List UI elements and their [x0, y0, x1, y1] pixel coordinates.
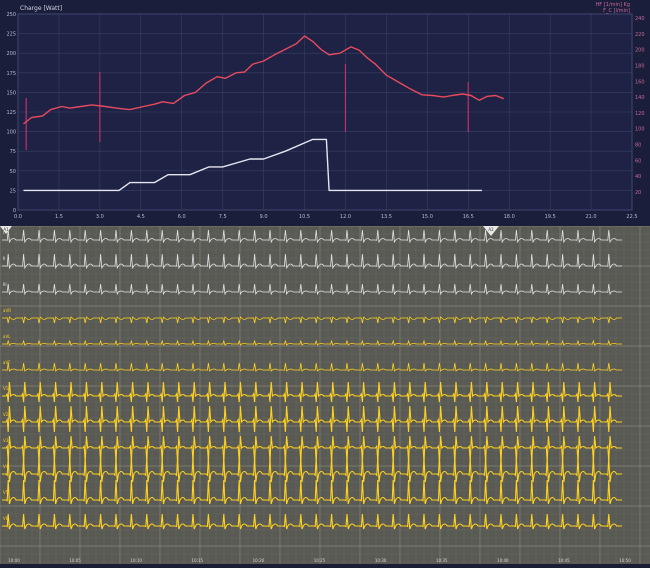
- left-tick-label: 100: [6, 130, 16, 136]
- left-tick-label: 200: [6, 51, 16, 57]
- left-tick-label: 125: [6, 110, 16, 116]
- ecg-time-label: 10:50: [619, 558, 631, 563]
- right-axis-ticks: 240 220 200 180 160 140 120 100 80 60 40 20: [635, 16, 645, 196]
- ecg-lead-label: V5: [3, 490, 9, 495]
- ecg-lead-label: aVL: [3, 334, 11, 339]
- right-tick-label: 140: [635, 95, 645, 101]
- ecg-time-label: 10:20: [253, 558, 265, 563]
- x-tick-label: 12.0: [340, 214, 351, 220]
- left-tick-label: 175: [6, 71, 16, 77]
- ecg-time-label: 10:15: [192, 558, 204, 563]
- x-tick-label: 7.5: [219, 214, 227, 220]
- x-tick-label: 22.5: [626, 214, 637, 220]
- marker-a1[interactable]: A1: [0, 226, 12, 234]
- ecg-time-label: 10:40: [497, 558, 509, 563]
- left-tick-label: 250: [6, 12, 16, 18]
- ecg-time-labels: 10:00 10:05 10:10 10:15 10:20 10:25 10:30 10:35…: [8, 558, 631, 563]
- ecg-lead-label: V6: [3, 516, 9, 521]
- left-axis-ticks: 2502252001751501251007550250: [6, 12, 16, 214]
- ecg-time-label: 10:25: [314, 558, 326, 563]
- x-tick-label: 15.0: [422, 214, 433, 220]
- x-tick-label: 4.5: [137, 214, 145, 220]
- ecg-lead-label: V3: [3, 438, 9, 443]
- right-tick-label: 180: [635, 63, 645, 69]
- x-tick-label: 1.5: [55, 214, 63, 220]
- ecg-lead-label: III: [3, 282, 7, 287]
- ecg-lead-label: V4: [3, 464, 9, 469]
- marker-a2-label: A2: [488, 227, 494, 232]
- ecg-time-label: 10:00: [8, 558, 20, 563]
- x-tick-label: 13.5: [381, 214, 392, 220]
- x-axis-ticks: 0.0 1.5 3.0 4.5 6.0 7.5 9.0 10.5 12.0 13.5 15.0 16.…: [14, 214, 638, 220]
- ecg-time-label: 10:35: [436, 558, 448, 563]
- ecg-time-label: 10:45: [558, 558, 570, 563]
- ecg-strips[interactable]: IIIIIIaVRaVLaVFV1V2V3V4V5V6 10:00 10:05 10…: [0, 225, 650, 564]
- x-tick-label: 6.0: [178, 214, 186, 220]
- left-tick-label: 50: [10, 169, 16, 175]
- right-tick-label: 20: [635, 190, 641, 196]
- x-tick-label: 10.5: [299, 214, 310, 220]
- right-tick-label: 160: [635, 79, 645, 85]
- ecg-time-label: 10:30: [375, 558, 387, 563]
- right-tick-label: 80: [635, 143, 641, 149]
- ecg-lead-label: V1: [3, 386, 9, 391]
- ecg-strip-panel[interactable]: I II III aVR aVL aVF V1 V2 V3 V4 V5 V6 10:00 10:05 10…: [0, 225, 650, 564]
- left-axis-title: Charge [Watt]: [20, 5, 62, 12]
- trend-chart[interactable]: 2502252001751501251007550250 24022020018…: [0, 0, 650, 226]
- ecg-lead-label: II: [3, 256, 5, 261]
- ecg-time-label: 10:05: [69, 558, 81, 563]
- x-tick-label: 3.0: [96, 214, 104, 220]
- x-tick-label: 9.0: [260, 214, 268, 220]
- x-tick-label: 21.0: [585, 214, 596, 220]
- x-tick-label: 0.0: [14, 214, 22, 220]
- ecg-lead-label: V2: [3, 412, 9, 417]
- right-tick-label: 120: [635, 111, 645, 117]
- stress-test-trend-panel: 250 225 200 175 150 125 100 75 50 25 0 240 220 200 18…: [0, 0, 650, 226]
- right-tick-label: 200: [635, 48, 645, 54]
- right-tick-label: 240: [635, 16, 645, 22]
- ecg-lead-label: aVF: [3, 360, 11, 365]
- right-tick-label: 40: [635, 174, 641, 180]
- x-tick-label: 16.5: [463, 214, 474, 220]
- left-tick-label: 150: [6, 90, 16, 96]
- left-tick-label: 225: [6, 32, 16, 38]
- x-tick-label: 19.5: [545, 214, 556, 220]
- marker-a1-label: A1: [3, 227, 9, 232]
- right-tick-label: 100: [635, 127, 645, 133]
- ecg-lead-label: aVR: [3, 308, 11, 313]
- left-tick-label: 25: [10, 188, 16, 194]
- ecg-time-label: 10:10: [130, 558, 142, 563]
- right-tick-label: 220: [635, 32, 645, 38]
- left-tick-label: 75: [10, 149, 16, 155]
- right-tick-label: 60: [635, 158, 641, 164]
- right-axis-title-fc: F_C [l/min]: [603, 8, 630, 14]
- x-tick-label: 18.0: [504, 214, 515, 220]
